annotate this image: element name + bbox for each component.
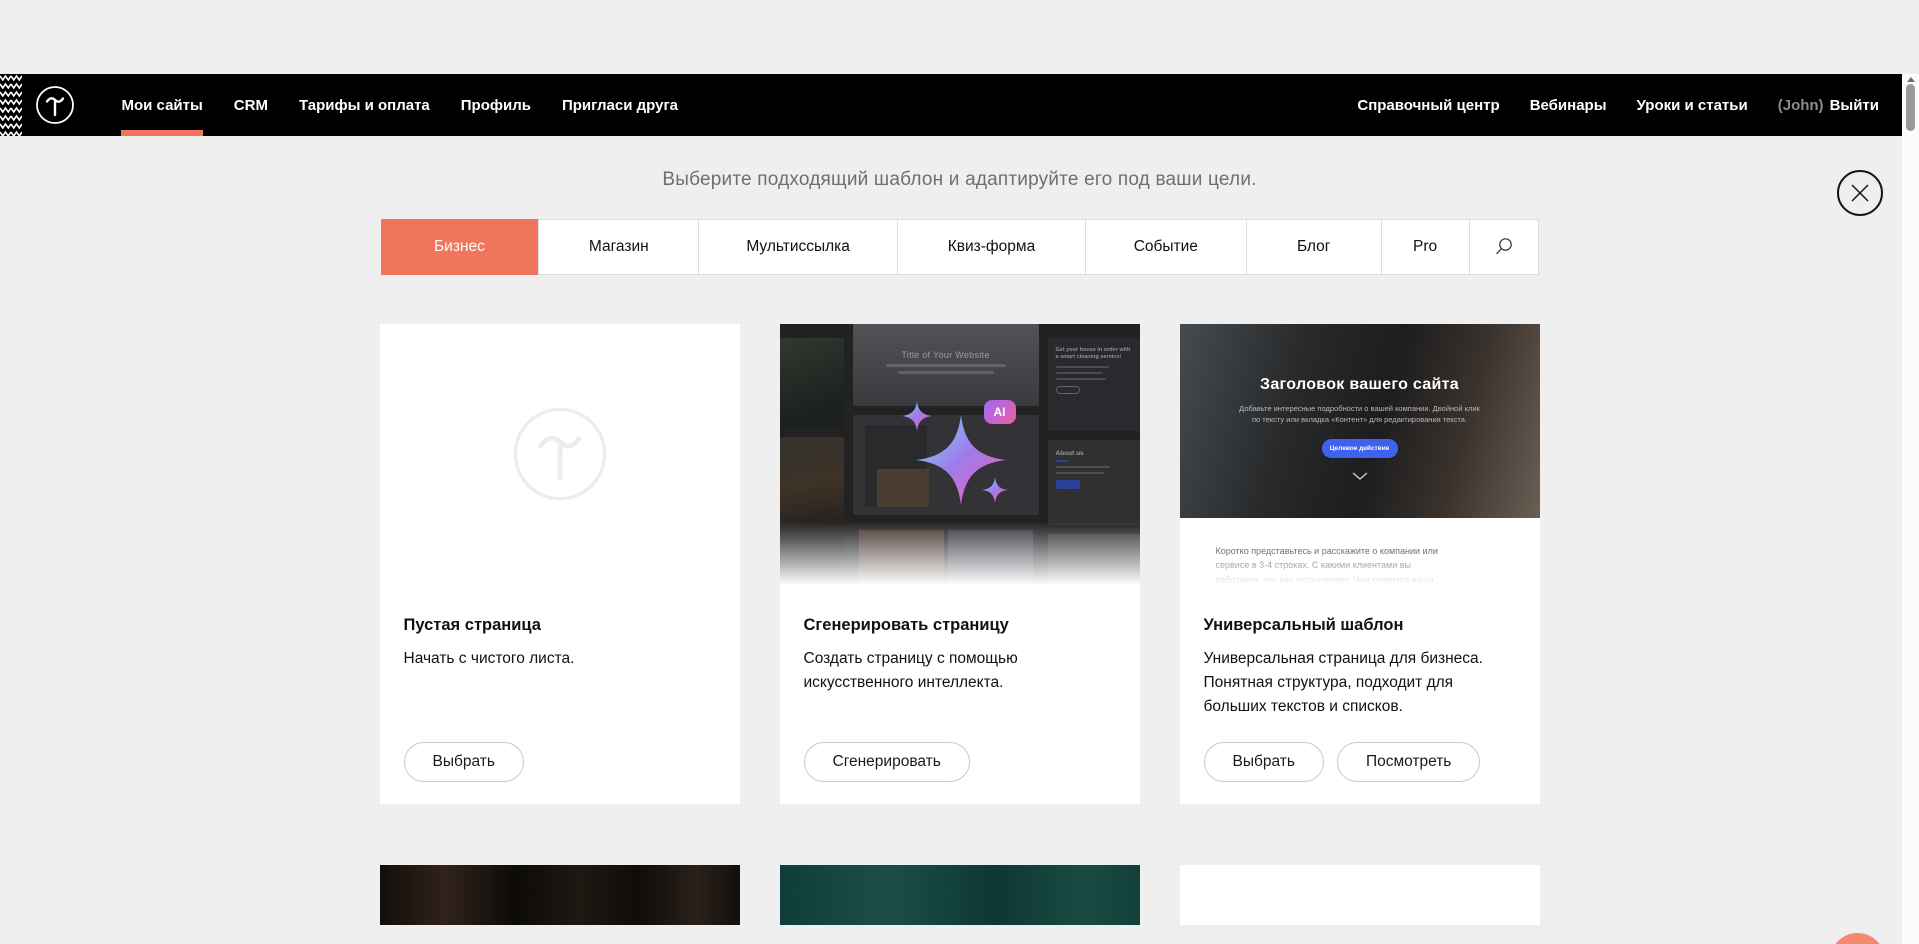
secondary-menu: Справочный центр Вебинары Уроки и статьи… (1327, 74, 1919, 136)
help-button[interactable]: ? (1830, 933, 1885, 944)
template-cards-row-2 (380, 865, 1540, 925)
tab-quiz-form[interactable]: Квиз-форма (897, 220, 1085, 274)
card-title: Универсальный шаблон (1204, 616, 1516, 635)
card-description: Создать страницу с помощью искусственног… (804, 647, 1104, 695)
card-blank-page: Пустая страница Начать с чистого листа. … (380, 324, 740, 804)
card-description: Универсальная страница для бизнеса. Поня… (1204, 647, 1504, 719)
nav-item-pricing[interactable]: Тарифы и оплата (283, 74, 445, 136)
close-icon (1849, 182, 1871, 204)
template-cards-row: Пустая страница Начать с чистого листа. … (380, 324, 1540, 804)
scroll-up-arrow[interactable] (1907, 77, 1915, 82)
template-cta-button: Целевое действие (1322, 439, 1398, 458)
nav-item-label: CRM (234, 97, 268, 114)
top-navigation: Мои сайты CRM Тарифы и оплата Профиль Пр… (0, 74, 1919, 136)
ai-sparkle-small-icon (982, 476, 1008, 504)
tab-label: Блог (1297, 238, 1331, 256)
template-preview: Заголовок вашего сайта Добавьте интересн… (1180, 324, 1540, 594)
tilda-logo[interactable] (35, 74, 75, 136)
main-menu: Мои сайты CRM Тарифы и оплата Профиль Пр… (106, 74, 694, 136)
preview-fade (780, 522, 1140, 594)
card-description: Начать с чистого листа. (404, 647, 704, 671)
nav-item-label: Профиль (461, 97, 531, 114)
template-card-partial[interactable] (380, 865, 740, 925)
view-button[interactable]: Посмотреть (1337, 742, 1480, 782)
user-account: (John) Выйти (1778, 97, 1879, 114)
close-button[interactable] (1837, 170, 1883, 216)
generate-button[interactable]: Сгенерировать (804, 742, 970, 782)
tab-business[interactable]: Бизнес (381, 219, 539, 275)
scrollbar-thumb[interactable] (1906, 84, 1915, 131)
nav-item-profile[interactable]: Профиль (445, 74, 546, 136)
tilda-watermark-icon (512, 406, 608, 502)
new-page-dialog: Новая страница Выберите подходящий шабло… (0, 74, 1919, 925)
preview-fade (1180, 552, 1540, 594)
select-button[interactable]: Выбрать (404, 742, 524, 782)
wave-pattern-decoration (0, 74, 22, 136)
tab-event[interactable]: Событие (1085, 220, 1246, 274)
nav-item-help-center[interactable]: Справочный центр (1357, 97, 1499, 114)
tab-label: Pro (1413, 238, 1437, 256)
page-subtitle: Выберите подходящий шаблон и адаптируйте… (0, 169, 1919, 191)
tilda-logo-icon (35, 85, 75, 125)
vertical-scrollbar[interactable] (1902, 74, 1919, 944)
nav-item-label: Мои сайты (122, 97, 203, 114)
nav-item-webinars[interactable]: Вебинары (1530, 97, 1607, 114)
card-title: Сгенерировать страницу (804, 616, 1116, 635)
template-hero-title: Заголовок вашего сайта (1180, 324, 1540, 394)
nav-item-label: Тарифы и оплата (299, 97, 430, 114)
select-button[interactable]: Выбрать (1204, 742, 1324, 782)
card-title: Пустая страница (404, 616, 716, 635)
nav-item-invite-friend[interactable]: Пригласи друга (546, 74, 693, 136)
ai-badge: AI (984, 400, 1016, 424)
template-hero-subtitle: Добавьте интересные подробности о вашей … (1235, 403, 1485, 426)
card-universal-template: Заголовок вашего сайта Добавьте интересн… (1180, 324, 1540, 804)
tab-blog[interactable]: Блог (1246, 220, 1381, 274)
template-card-partial[interactable] (1180, 865, 1540, 925)
blank-page-preview (380, 324, 740, 594)
chevron-down-icon (1352, 472, 1368, 480)
card-actions: Выбрать Посмотреть (1204, 742, 1481, 782)
nav-item-label: Пригласи друга (562, 97, 678, 114)
nav-item-lessons[interactable]: Уроки и статьи (1637, 97, 1748, 114)
tab-label: Событие (1134, 238, 1198, 256)
tab-label: Квиз-форма (948, 238, 1035, 256)
ai-preview-collage: Title of Your Website Get (780, 324, 1140, 594)
tab-pro[interactable]: Pro (1381, 220, 1469, 274)
template-category-tabs: Бизнес Магазин Мультиссылка Квиз-форма С… (381, 219, 1539, 275)
template-card-partial[interactable] (780, 865, 1140, 925)
search-icon (1494, 237, 1513, 256)
card-actions: Сгенерировать (804, 742, 970, 782)
user-name: (John) (1778, 97, 1824, 114)
tab-multilink[interactable]: Мультиссылка (698, 220, 897, 274)
card-ai-generate: Title of Your Website Get (780, 324, 1140, 804)
tab-search[interactable] (1469, 220, 1538, 274)
card-actions: Выбрать (404, 742, 524, 782)
nav-item-my-sites[interactable]: Мои сайты (106, 74, 218, 136)
nav-item-crm[interactable]: CRM (218, 74, 283, 136)
tab-store[interactable]: Магазин (538, 220, 698, 274)
logout-link[interactable]: Выйти (1830, 97, 1879, 114)
tab-label: Бизнес (434, 238, 485, 256)
template-hero-preview: Заголовок вашего сайта Добавьте интересн… (1180, 324, 1540, 518)
tab-label: Мультиссылка (746, 238, 850, 256)
tab-label: Магазин (589, 238, 649, 256)
